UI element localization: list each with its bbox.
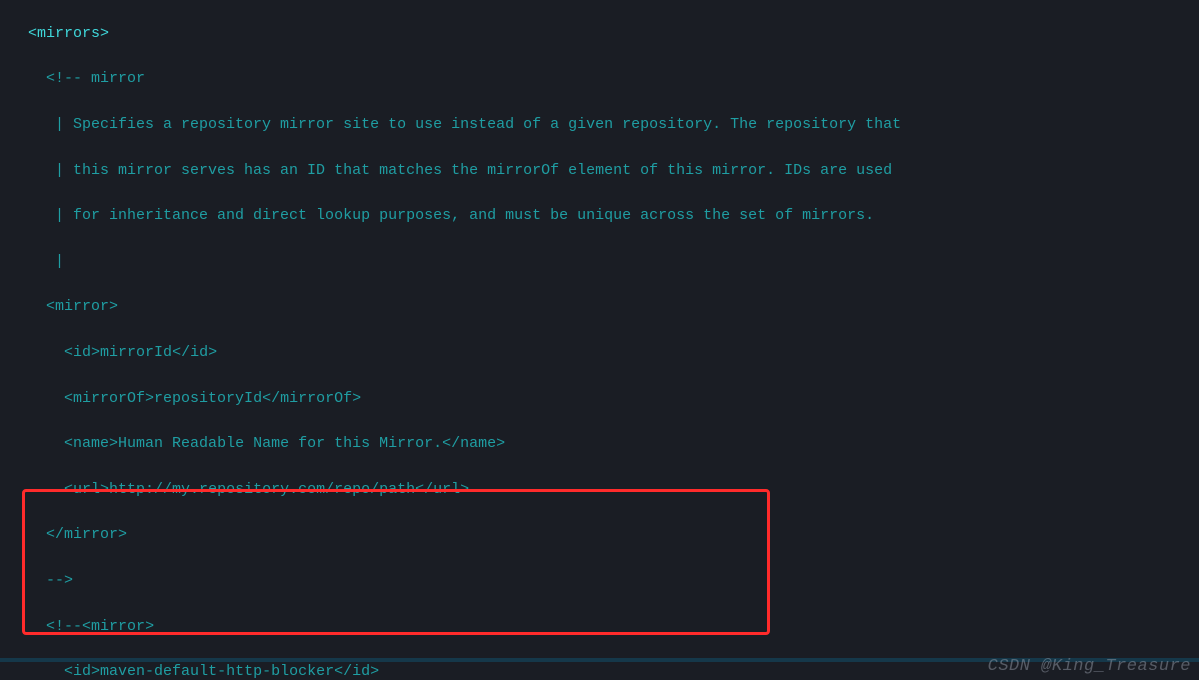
comment-line: | for inheritance and direct lookup purp… bbox=[46, 207, 874, 224]
mirrors-open-tag: mirrors bbox=[37, 25, 100, 42]
name-value: Human Readable Name for this Mirror. bbox=[118, 435, 442, 452]
code-editor[interactable]: <mirrors> <!-- mirror | Specifies a repo… bbox=[0, 0, 1199, 680]
comment-line: | this mirror serves has an ID that matc… bbox=[46, 162, 892, 179]
id-value: mirrorId bbox=[100, 344, 172, 361]
highlight-box bbox=[22, 489, 770, 635]
mirrorof-value: repositoryId bbox=[154, 390, 262, 407]
comment-line: | Specifies a repository mirror site to … bbox=[46, 116, 901, 133]
comment-open: <!-- bbox=[46, 618, 82, 635]
mirror-open-tag: mirror bbox=[55, 298, 109, 315]
id-value: maven-default-http-blocker bbox=[100, 663, 334, 680]
comment-line: <!-- mirror bbox=[46, 70, 145, 87]
url-value: http://my.repository.com/repo/path bbox=[109, 481, 415, 498]
name-tag: name bbox=[73, 435, 109, 452]
watermark-text: CSDN @King_Treasure bbox=[988, 654, 1191, 680]
id-tag: id bbox=[73, 344, 91, 361]
mirror-close-tag: mirror bbox=[64, 526, 118, 543]
comment-line: | bbox=[46, 253, 64, 270]
url-tag: url bbox=[73, 481, 100, 498]
comment-close: --> bbox=[46, 572, 73, 589]
mirrorof-tag: mirrorOf bbox=[73, 390, 145, 407]
